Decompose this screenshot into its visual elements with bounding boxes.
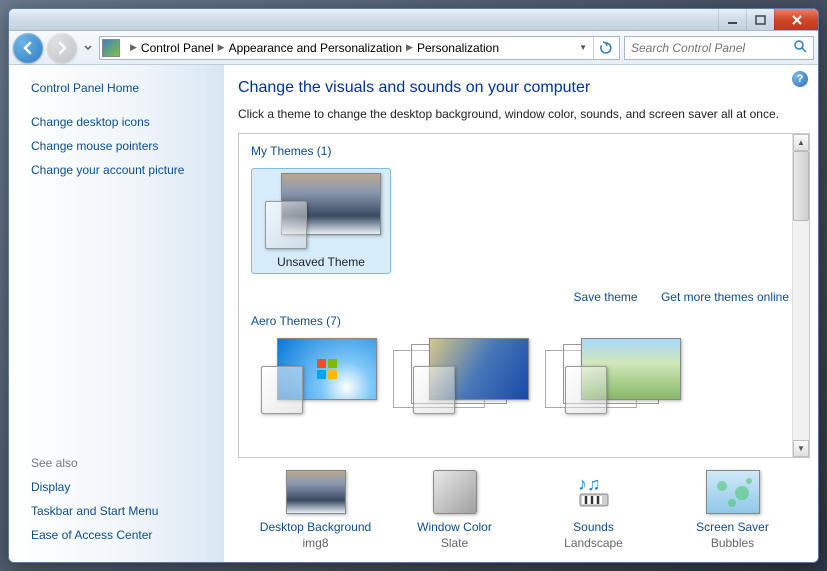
- desktop-background-value: img8: [251, 536, 381, 550]
- address-bar[interactable]: ▶ Control Panel ▶ Appearance and Persona…: [99, 36, 620, 60]
- content: Control Panel Home Change desktop icons …: [9, 65, 818, 562]
- titlebar[interactable]: [9, 9, 818, 31]
- navbar: ▶ Control Panel ▶ Appearance and Persona…: [9, 31, 818, 65]
- sounds-item[interactable]: ♪♫ Sounds Landscape: [529, 470, 659, 550]
- theme-thumb: [261, 173, 381, 249]
- window-color-icon: [433, 470, 477, 514]
- breadcrumb-seg-1[interactable]: Control Panel: [141, 41, 214, 55]
- screen-saver-label: Screen Saver: [668, 520, 798, 534]
- page-subtitle: Click a theme to change the desktop back…: [238, 107, 810, 121]
- sidebar-link-mouse-pointers[interactable]: Change mouse pointers: [31, 139, 214, 153]
- desktop-background-label: Desktop Background: [251, 520, 381, 534]
- theme-thumb: [561, 338, 681, 414]
- chevron-right-icon: ▶: [406, 42, 413, 53]
- theme-list: My Themes (1) Unsaved Theme Save theme: [238, 133, 810, 458]
- theme-architecture[interactable]: [403, 338, 535, 414]
- sidebar-link-desktop-icons[interactable]: Change desktop icons: [31, 115, 214, 129]
- theme-thumb: [409, 338, 529, 414]
- theme-characters[interactable]: [555, 338, 687, 414]
- breadcrumb-seg-2[interactable]: Appearance and Personalization: [229, 41, 402, 55]
- theme-unsaved[interactable]: Unsaved Theme: [251, 168, 391, 274]
- aero-themes-row: [251, 332, 797, 426]
- theme-thumb: [257, 338, 377, 414]
- settings-row: Desktop Background img8 Window Color Sla…: [238, 458, 810, 554]
- chevron-right-icon: ▶: [130, 42, 137, 53]
- main-panel: ? Change the visuals and sounds on your …: [224, 65, 818, 562]
- control-panel-icon: [102, 39, 120, 57]
- control-panel-home-link[interactable]: Control Panel Home: [31, 81, 214, 95]
- search-icon[interactable]: [793, 39, 807, 56]
- window-controls: [718, 9, 818, 30]
- screen-saver-icon: [706, 470, 760, 514]
- search-input[interactable]: [631, 41, 793, 55]
- desktop-background-icon: [286, 470, 346, 514]
- svg-text:♪♫: ♪♫: [578, 474, 601, 494]
- close-button[interactable]: [774, 9, 818, 30]
- sounds-value: Landscape: [529, 536, 659, 550]
- chevron-right-icon: ▶: [218, 42, 225, 53]
- scroll-thumb[interactable]: [793, 151, 809, 221]
- window-color-label: Window Color: [390, 520, 520, 534]
- window-color-value: Slate: [390, 536, 520, 550]
- sidebar-link-account-picture[interactable]: Change your account picture: [31, 163, 214, 177]
- minimize-button[interactable]: [718, 9, 746, 30]
- sounds-label: Sounds: [529, 520, 659, 534]
- theme-action-links: Save theme Get more themes online: [251, 286, 797, 312]
- see-also-ease-of-access[interactable]: Ease of Access Center: [31, 528, 214, 542]
- page-title: Change the visuals and sounds on your co…: [238, 79, 810, 97]
- aero-themes-header: Aero Themes (7): [251, 312, 797, 332]
- my-themes-header: My Themes (1): [251, 142, 797, 162]
- maximize-button[interactable]: [746, 9, 774, 30]
- sidebar: Control Panel Home Change desktop icons …: [9, 65, 224, 562]
- screen-saver-item[interactable]: Screen Saver Bubbles: [668, 470, 798, 550]
- back-button[interactable]: [13, 33, 43, 63]
- address-tail: ▼: [573, 37, 617, 59]
- scroll-up-button[interactable]: ▲: [793, 134, 809, 151]
- breadcrumb-seg-3[interactable]: Personalization: [417, 41, 499, 55]
- nav-history-dropdown[interactable]: [81, 45, 95, 51]
- search-bar[interactable]: [624, 36, 814, 60]
- scroll-down-button[interactable]: ▼: [793, 440, 809, 457]
- refresh-button[interactable]: [593, 37, 617, 59]
- sounds-icon: ♪♫: [564, 470, 624, 514]
- theme-label: Unsaved Theme: [256, 255, 386, 269]
- theme-windows7[interactable]: [251, 338, 383, 414]
- address-dropdown[interactable]: ▼: [573, 43, 593, 52]
- vertical-scrollbar[interactable]: ▲ ▼: [792, 134, 809, 457]
- window-color-item[interactable]: Window Color Slate: [390, 470, 520, 550]
- save-theme-link[interactable]: Save theme: [574, 290, 638, 304]
- window: ▶ Control Panel ▶ Appearance and Persona…: [8, 8, 819, 563]
- screen-saver-value: Bubbles: [668, 536, 798, 550]
- see-also-taskbar[interactable]: Taskbar and Start Menu: [31, 504, 214, 518]
- forward-button[interactable]: [47, 33, 77, 63]
- my-themes-row: Unsaved Theme: [251, 162, 797, 286]
- get-more-themes-link[interactable]: Get more themes online: [661, 290, 789, 304]
- see-also-display[interactable]: Display: [31, 480, 214, 494]
- help-icon[interactable]: ?: [792, 71, 808, 87]
- desktop-background-item[interactable]: Desktop Background img8: [251, 470, 381, 550]
- see-also-label: See also: [31, 456, 214, 470]
